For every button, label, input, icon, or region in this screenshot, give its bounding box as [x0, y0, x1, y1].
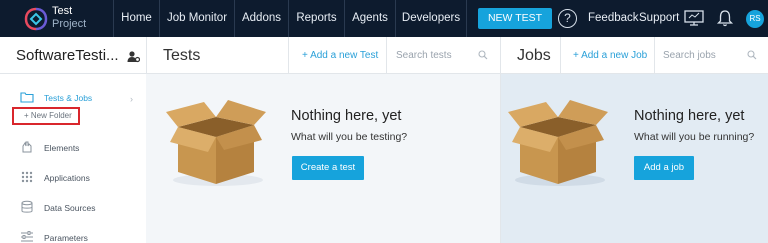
elements-icon: [22, 141, 32, 153]
sidebar-item-label: Elements: [44, 143, 80, 153]
support-link[interactable]: Support: [639, 0, 679, 37]
feedback-link[interactable]: Feedback: [588, 0, 639, 37]
tests-title: Tests: [163, 47, 201, 64]
sidebar-item-label: Parameters: [44, 233, 88, 243]
help-icon[interactable]: ?: [558, 9, 577, 28]
create-test-button[interactable]: Create a test: [292, 156, 364, 180]
search-tests-input[interactable]: Search tests: [396, 50, 452, 61]
brand-name[interactable]: Test Project: [52, 5, 86, 31]
monitor-icon[interactable]: [684, 10, 704, 26]
tests-empty-subtitle: What will you be testing?: [291, 131, 408, 143]
search-icon[interactable]: [478, 50, 488, 60]
new-folder-label: + New Folder: [24, 111, 72, 120]
brand-line-1: Test: [52, 5, 73, 17]
sidebar-item-parameters[interactable]: Parameters: [0, 227, 146, 243]
tests-empty-title: Nothing here, yet: [291, 108, 402, 124]
search-jobs-input[interactable]: Search jobs: [663, 50, 716, 61]
sidebar-item-elements[interactable]: Elements: [0, 137, 146, 157]
sidebar-item-label: Data Sources: [44, 203, 96, 213]
new-test-button[interactable]: NEW TEST: [478, 8, 552, 29]
database-icon: [21, 200, 33, 213]
empty-box-illustration: [508, 100, 608, 186]
sidebar-item-data-sources[interactable]: Data Sources: [0, 197, 146, 217]
sliders-icon: [21, 231, 33, 242]
user-avatar[interactable]: RS: [746, 10, 764, 28]
sidebar: Tests & Jobs: [0, 74, 146, 243]
nav-agents[interactable]: Agents: [345, 0, 395, 37]
nav-addons[interactable]: Addons: [235, 0, 288, 37]
top-navbar: Test Project Home Job Monitor Addons Rep…: [0, 0, 768, 37]
brand-line-2: Project: [52, 18, 87, 30]
empty-box-illustration: [166, 100, 266, 186]
applications-grid-icon: [21, 171, 33, 183]
nav-home[interactable]: Home: [114, 0, 159, 37]
project-settings-icon[interactable]: [127, 50, 140, 63]
jobs-empty-title: Nothing here, yet: [634, 108, 745, 124]
add-new-test-link[interactable]: + Add a new Test: [302, 50, 378, 61]
sidebar-item-label: Tests & Jobs: [44, 93, 93, 103]
search-icon[interactable]: [747, 50, 757, 60]
add-new-job-link[interactable]: + Add a new Job: [573, 50, 647, 61]
folder-icon: [20, 92, 34, 103]
add-job-button[interactable]: Add a job: [634, 156, 694, 180]
nav-developers[interactable]: Developers: [396, 0, 466, 37]
jobs-title: Jobs: [517, 47, 551, 64]
sidebar-item-label: Applications: [44, 173, 90, 183]
sidebar-item-tests-jobs[interactable]: Tests & Jobs: [0, 88, 146, 108]
bell-icon[interactable]: [716, 9, 734, 27]
project-name[interactable]: SoftwareTesti...: [16, 47, 119, 64]
sidebar-item-applications[interactable]: Applications: [0, 167, 146, 187]
jobs-empty-subtitle: What will you be running?: [634, 131, 755, 143]
nav-job-monitor[interactable]: Job Monitor: [160, 0, 234, 37]
new-folder-button[interactable]: + New Folder: [12, 107, 80, 125]
chevron-right-icon[interactable]: ›: [130, 94, 133, 104]
testproject-logo-icon[interactable]: [24, 7, 48, 31]
nav-reports[interactable]: Reports: [289, 0, 344, 37]
